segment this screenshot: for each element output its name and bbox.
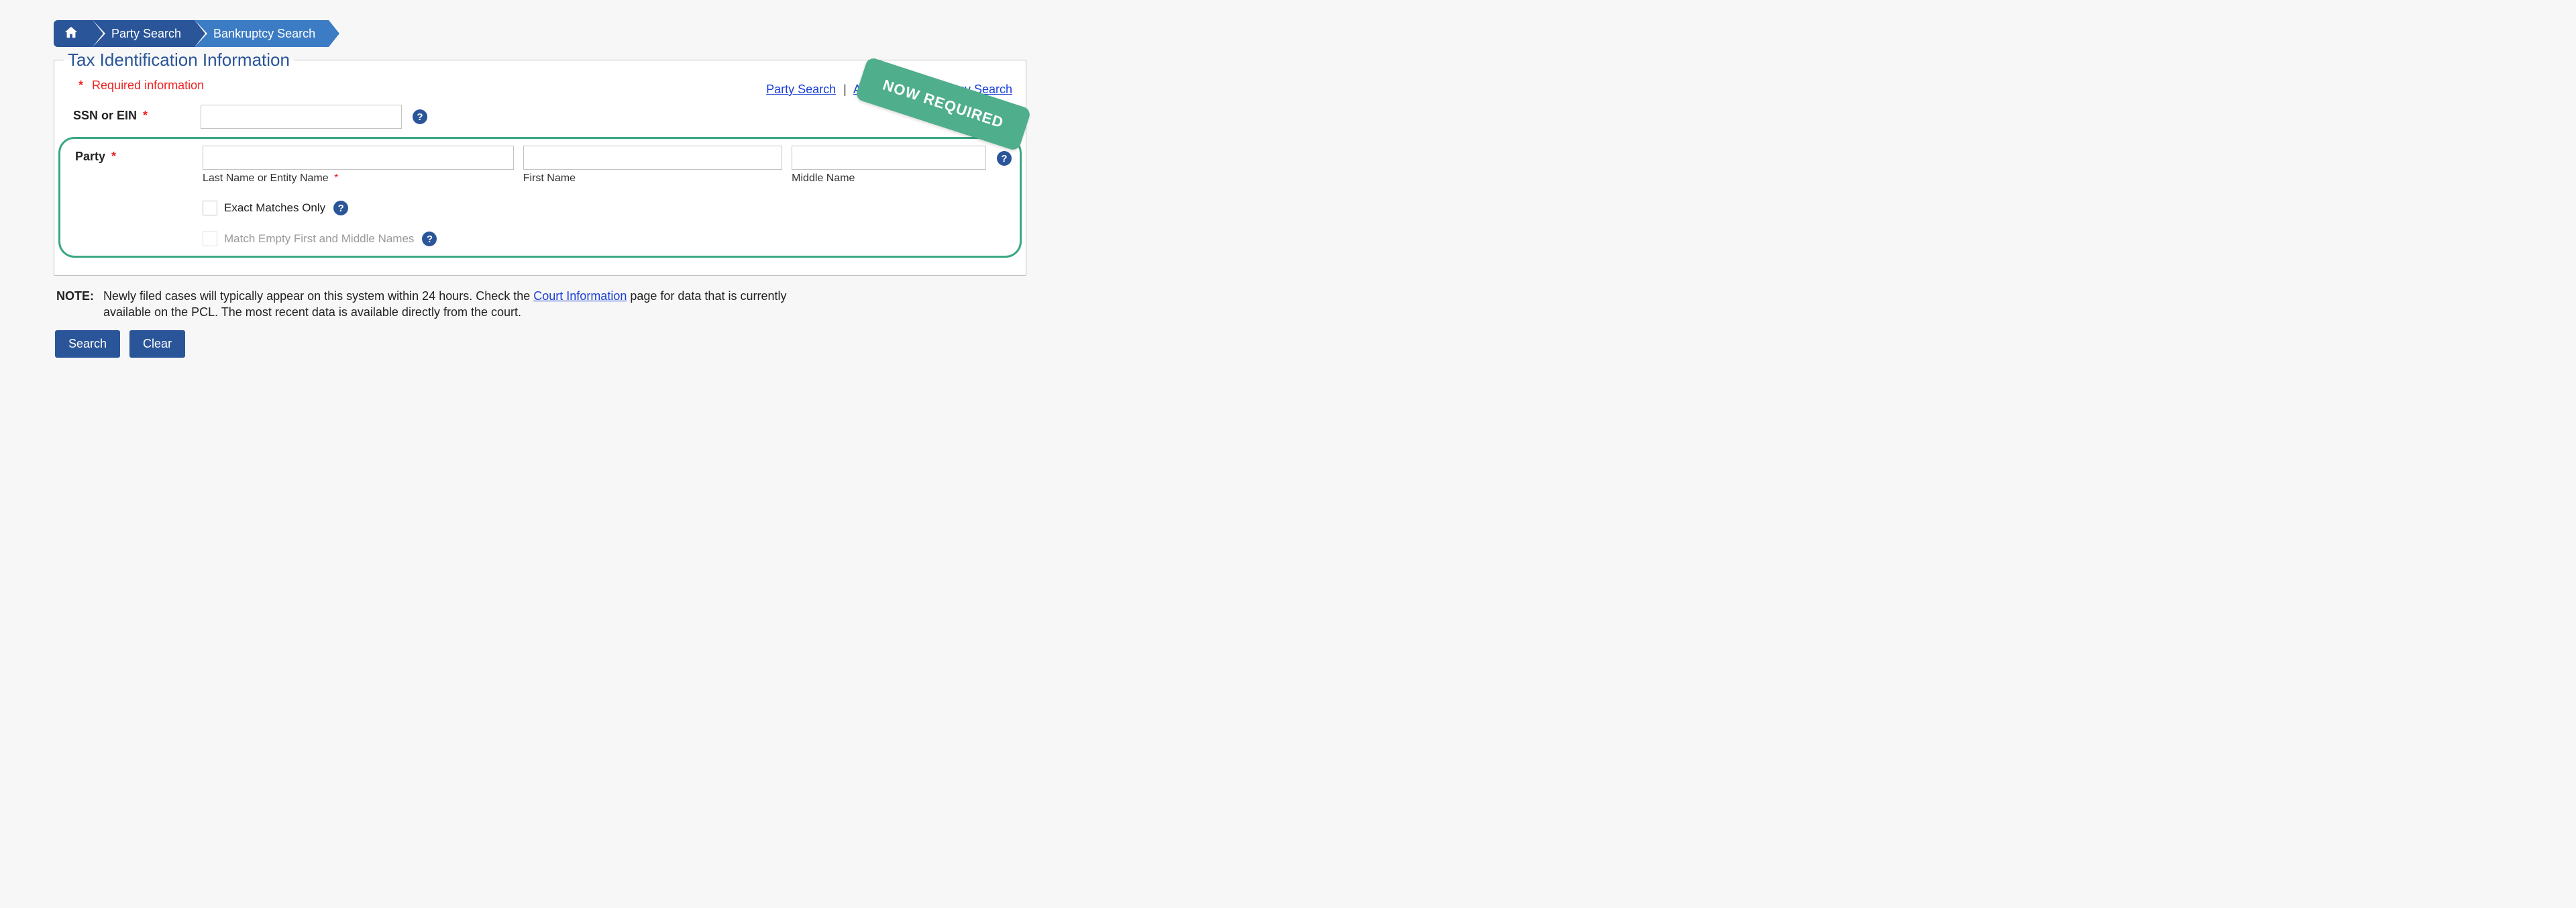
ssn-input[interactable] xyxy=(201,105,402,129)
sublabel-lastname: Last Name or Entity Name xyxy=(203,172,329,184)
first-name-input[interactable] xyxy=(523,146,782,170)
breadcrumb-home[interactable] xyxy=(54,20,93,47)
help-icon[interactable]: ? xyxy=(997,151,1012,166)
asterisk-icon: * xyxy=(78,79,83,92)
match-empty-checkbox xyxy=(203,232,217,246)
breadcrumb-label: Party Search xyxy=(111,27,181,41)
link-court-information[interactable]: Court Information xyxy=(533,289,627,303)
middle-name-input[interactable] xyxy=(792,146,986,170)
exact-matches-checkbox[interactable] xyxy=(203,201,217,215)
fieldset-legend: Tax Identification Information xyxy=(64,50,294,70)
exact-matches-label: Exact Matches Only xyxy=(224,201,325,215)
breadcrumb-bankruptcy-search[interactable]: Bankruptcy Search xyxy=(195,20,329,47)
home-icon xyxy=(63,25,79,43)
label-ssn: SSN or EIN * xyxy=(66,105,201,123)
breadcrumb-party-search[interactable]: Party Search xyxy=(93,20,195,47)
link-party-search[interactable]: Party Search xyxy=(766,83,836,96)
required-asterisk: * xyxy=(334,172,338,184)
label-party-text: Party xyxy=(75,150,105,163)
match-empty-label: Match Empty First and Middle Names xyxy=(224,232,414,246)
clear-button[interactable]: Clear xyxy=(129,330,185,358)
note-block: NOTE: Newly filed cases will typically a… xyxy=(56,288,794,321)
sublabel-middlename: Middle Name xyxy=(792,172,986,185)
help-icon[interactable]: ? xyxy=(422,232,437,246)
help-icon[interactable]: ? xyxy=(413,109,427,124)
required-asterisk: * xyxy=(111,150,116,163)
link-separator: | xyxy=(843,83,847,96)
last-name-input[interactable] xyxy=(203,146,514,170)
label-party: Party * xyxy=(68,146,203,164)
party-highlight-box: Party * Last Name or Entity Name * xyxy=(58,137,1022,258)
help-icon[interactable]: ? xyxy=(333,201,348,215)
note-text: Newly filed cases will typically appear … xyxy=(103,288,794,321)
note-text-before: Newly filed cases will typically appear … xyxy=(103,289,533,303)
breadcrumb: Party Search Bankruptcy Search xyxy=(54,20,1026,47)
search-button[interactable]: Search xyxy=(55,330,120,358)
breadcrumb-label: Bankruptcy Search xyxy=(213,27,315,41)
sublabel-firstname: First Name xyxy=(523,172,782,185)
label-ssn-text: SSN or EIN xyxy=(73,109,137,122)
note-label: NOTE: xyxy=(56,288,94,321)
required-asterisk: * xyxy=(143,109,148,122)
required-note-text: Required information xyxy=(92,79,204,92)
